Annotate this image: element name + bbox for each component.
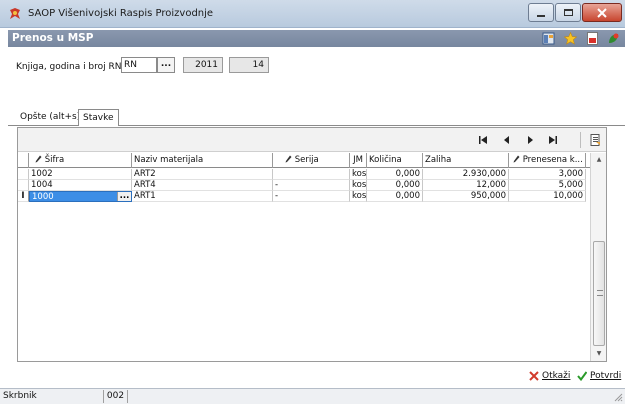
cell-jm: kos	[350, 169, 367, 180]
first-record-button[interactable]	[476, 133, 490, 147]
cell-jm: kos	[350, 180, 367, 191]
previous-record-button[interactable]	[500, 133, 514, 147]
next-record-icon	[528, 136, 533, 144]
cancel-x-icon	[529, 371, 539, 381]
cell-jm: kos	[350, 191, 367, 202]
cell-sifra[interactable]: 1004	[29, 180, 132, 191]
minimize-button[interactable]	[528, 3, 554, 22]
export-icon	[590, 134, 600, 146]
cell-kolicina: 0,000	[367, 191, 423, 202]
cell-naziv: ART1	[132, 191, 273, 202]
resize-grip-icon[interactable]	[613, 392, 623, 402]
close-icon	[597, 7, 607, 18]
row-indicator	[18, 169, 29, 180]
column-header-serija[interactable]: Serija	[273, 153, 350, 168]
pencil-icon	[285, 155, 292, 163]
cell-serija[interactable]: -	[273, 180, 350, 191]
cell-sifra-value: 1000	[32, 192, 54, 202]
status-label: Skrbnik	[3, 391, 37, 401]
grid-header: Šifra Naziv materijala Serija JM Količin…	[18, 153, 590, 168]
book-lookup-button[interactable]: ...	[157, 57, 175, 73]
confirm-button[interactable]: Potvrdi	[577, 369, 621, 383]
first-record-icon	[479, 136, 487, 144]
app-logo-icon	[10, 8, 20, 19]
row-indicator-header	[18, 153, 29, 168]
minimize-icon	[537, 14, 545, 17]
confirm-check-icon	[577, 371, 587, 381]
cell-prenesena[interactable]: 3,000	[509, 169, 586, 180]
cell-naziv: ART4	[132, 180, 273, 191]
cancel-label: Otkaži	[542, 371, 571, 381]
cell-kolicina: 0,000	[367, 169, 423, 180]
export-button[interactable]	[588, 133, 602, 147]
cell-prenesena[interactable]: 10,000	[509, 191, 586, 202]
order-number-field: 14	[229, 57, 269, 73]
cell-zaliha: 2.930,000	[423, 169, 509, 180]
cell-serija[interactable]: -	[273, 191, 350, 202]
toolbar-separator	[580, 132, 581, 148]
column-label-serija: Serija	[294, 155, 319, 165]
pencil-icon	[513, 155, 520, 163]
column-header-zaliha[interactable]: Zaliha	[423, 153, 509, 168]
status-value: 002	[103, 390, 128, 403]
row-indicator	[18, 180, 29, 191]
last-record-button[interactable]	[546, 133, 560, 147]
title-bar[interactable]: SAOP Višenivojski Raspis Proizvodnje	[0, 0, 625, 28]
cell-sifra-selected[interactable]: 1000 ...	[29, 191, 132, 202]
table-row-current[interactable]: I 1000 ... ART1 - kos 0,000 950,000 10,0…	[18, 191, 590, 202]
maximize-button[interactable]	[555, 3, 581, 22]
table-row[interactable]: 1004 ART4 - kos 0,000 12,000 5,000	[18, 180, 590, 191]
column-header-sifra[interactable]: Šifra	[29, 153, 132, 168]
window-title: SAOP Višenivojski Raspis Proizvodnje	[28, 8, 214, 19]
pencil-icon	[35, 155, 42, 163]
layout-icon[interactable]	[542, 32, 555, 45]
column-header-kolicina[interactable]: Količina	[367, 153, 423, 168]
cell-kolicina: 0,000	[367, 180, 423, 191]
cancel-button[interactable]: Otkaži	[529, 369, 570, 383]
sifra-lookup-button[interactable]: ...	[117, 192, 131, 201]
table-row[interactable]: 1002 ART2 kos 0,000 2.930,000 3,000	[18, 169, 590, 180]
cell-zaliha: 12,000	[423, 180, 509, 191]
cell-serija[interactable]	[273, 169, 350, 180]
favorite-star-icon[interactable]	[564, 32, 577, 45]
tab-items[interactable]: Stavke	[78, 109, 119, 126]
close-button[interactable]	[582, 3, 622, 22]
column-header-naziv[interactable]: Naziv materijala	[132, 153, 273, 168]
vertical-scrollbar[interactable]: ▲ ▼	[590, 153, 606, 361]
items-grid: Šifra Naziv materijala Serija JM Količin…	[17, 127, 607, 362]
year-field: 2011	[183, 57, 223, 73]
previous-record-icon	[504, 136, 509, 144]
section-title: Prenos u MSP	[12, 32, 94, 44]
scroll-up-button[interactable]: ▲	[591, 153, 607, 167]
section-header: Prenos u MSP	[8, 30, 625, 47]
confirm-label: Potvrdi	[590, 371, 622, 381]
maximize-icon	[563, 9, 573, 16]
grid-toolbar	[18, 128, 606, 152]
column-label-sifra: Šifra	[44, 155, 65, 165]
order-label: Knjiga, godina i broj RN	[16, 62, 122, 72]
help-icon[interactable]	[607, 32, 620, 45]
book-field[interactable]: RN	[121, 57, 157, 73]
app-window: SAOP Višenivojski Raspis Proizvodnje Pre…	[0, 0, 625, 404]
cell-sifra[interactable]: 1002	[29, 169, 132, 180]
scroll-grip-icon	[597, 290, 603, 296]
scroll-down-button[interactable]: ▼	[591, 347, 607, 361]
cell-zaliha: 950,000	[423, 191, 509, 202]
next-record-button[interactable]	[523, 133, 537, 147]
column-label-prenesena: Prenesena k...	[522, 155, 583, 165]
cell-naziv: ART2	[132, 169, 273, 180]
status-bar: Skrbnik 002	[0, 388, 625, 404]
cell-prenesena[interactable]: 5,000	[509, 180, 586, 191]
column-header-jm[interactable]: JM	[350, 153, 367, 168]
row-edit-indicator: I	[18, 191, 29, 202]
column-header-prenesena[interactable]: Prenesena k...	[509, 153, 586, 168]
last-record-icon	[549, 136, 557, 144]
tab-general[interactable]: Opšte (alt+s)	[16, 109, 84, 126]
pdf-icon[interactable]	[586, 32, 599, 45]
scroll-thumb[interactable]	[593, 241, 605, 346]
